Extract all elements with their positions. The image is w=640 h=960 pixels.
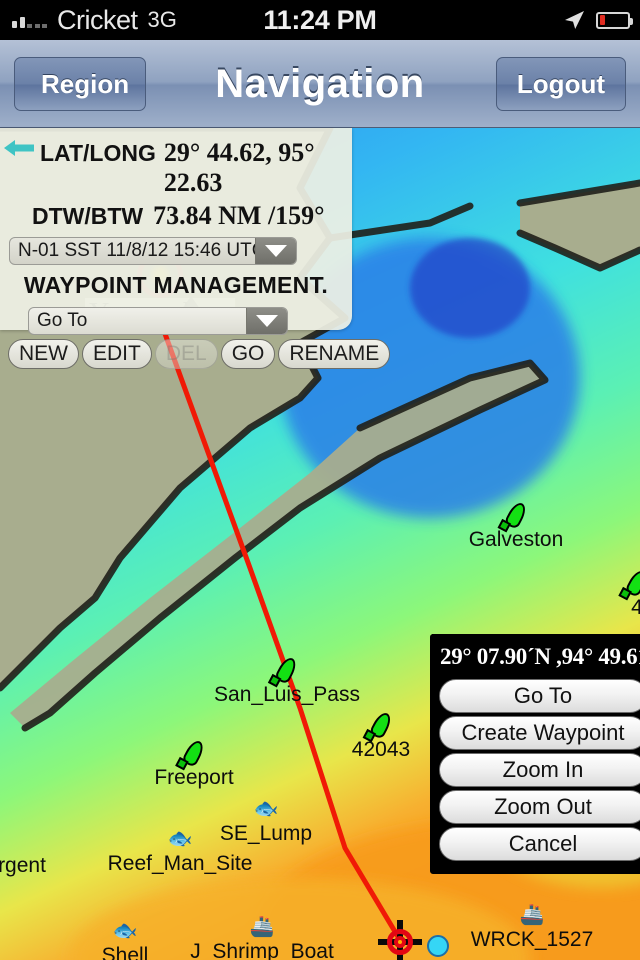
logout-button[interactable]: Logout — [495, 57, 626, 111]
waypoint-management-title: WAYPOINT MANAGEMENT. — [23, 272, 329, 298]
context-go-to-button[interactable]: Go To — [439, 679, 640, 713]
context-cancel-button[interactable]: Cancel — [439, 827, 640, 861]
context-zoom-in-button[interactable]: Zoom In — [439, 753, 640, 787]
status-bar: Cricket 3G 11:24 PM — [0, 0, 640, 40]
app-root: Cricket 3G 11:24 PM Region Navigation Lo… — [0, 0, 640, 960]
context-create-waypoint-button[interactable]: Create Waypoint — [439, 716, 640, 750]
navigation-bar: Region Navigation Logout — [0, 40, 640, 128]
waypoint-button-row: NEW EDIT DEL GO RENAME — [6, 335, 391, 369]
crosshair-target-icon[interactable] — [378, 920, 422, 960]
dtwbtw-value: 73.84 NM /159° — [153, 201, 325, 230]
context-zoom-out-button[interactable]: Zoom Out — [439, 790, 640, 824]
go-waypoint-button[interactable]: GO — [220, 339, 276, 369]
context-menu-coordinates: 29° 07.90´N ,94° 49.61´W — [440, 644, 640, 669]
waypoint-select[interactable]: Go To — [28, 307, 288, 335]
battery-low-icon — [596, 11, 633, 29]
waypoint-select-value: Go To — [37, 310, 88, 331]
location-arrow-icon — [565, 11, 584, 29]
latlong-label: LAT/LONG — [40, 140, 156, 166]
dtwbtw-label: DTW/BTW — [32, 203, 144, 229]
navigation-info-panel: LAT/LONG 29° 44.62, 95° 22.63 DTW/BTW 73… — [0, 128, 391, 369]
map-context-menu: 29° 07.90´N ,94° 49.61´W Go To Create Wa… — [430, 634, 640, 874]
rename-waypoint-button[interactable]: RENAME — [278, 339, 391, 369]
chart-layer-select[interactable]: N-01 SST 11/8/12 15:46 UTC 67°-82° — [9, 237, 297, 265]
clock-label: 11:24 PM — [263, 4, 377, 35]
edit-waypoint-button[interactable]: EDIT — [82, 339, 152, 369]
left-arrow-icon[interactable] — [4, 138, 34, 158]
callout-tail — [432, 634, 448, 650]
reef-blob-icon[interactable] — [427, 935, 449, 957]
delete-waypoint-button: DEL — [154, 339, 218, 369]
chart-layer-value: N-01 SST 11/8/12 15:46 UTC 67°-82° — [18, 240, 255, 261]
status-bar-right — [563, 0, 633, 40]
latlong-value: 29° 44.62, 95° 22.63 — [163, 138, 315, 197]
chevron-down-icon[interactable] — [246, 308, 287, 334]
latlong-row: LAT/LONG 29° 44.62, 95° 22.63 — [6, 132, 346, 198]
chevron-down-icon[interactable] — [255, 238, 296, 264]
new-waypoint-button[interactable]: NEW — [8, 339, 79, 369]
dtwbtw-row: DTW/BTW 73.84 NM /159° — [6, 198, 346, 231]
